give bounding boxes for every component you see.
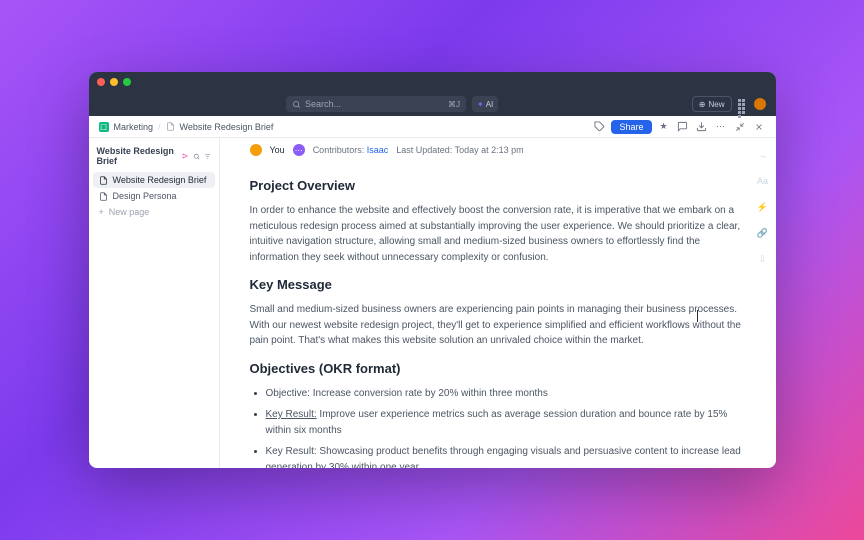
heading-project-overview: Project Overview (250, 178, 746, 193)
document-icon (99, 176, 108, 185)
search-placeholder: Search... (305, 99, 341, 109)
window-close-dot[interactable] (97, 78, 105, 86)
comment-icon[interactable] (676, 120, 690, 134)
ai-label: AI (486, 100, 494, 109)
plus-icon: ⊕ (699, 100, 706, 109)
new-label: New (709, 100, 725, 109)
sparkle-icon: ✦ (477, 100, 484, 109)
rail-export-icon[interactable]: ⇩ (756, 252, 770, 266)
tag-icon[interactable] (592, 120, 606, 134)
sidebar-item-label: Design Persona (113, 191, 177, 201)
app-window: Search... ⌘J ✦ AI ⊕ New ⬚ Marketing / We… (89, 72, 776, 468)
topbar: Search... ⌘J ✦ AI ⊕ New (89, 92, 776, 116)
rail-bolt-icon[interactable]: ⚡ (756, 200, 770, 214)
author-avatar[interactable] (250, 144, 262, 156)
sidebar-item-label: Website Redesign Brief (113, 175, 207, 185)
key-result-underline: Key Result: (266, 409, 317, 420)
search-shortcut: ⌘J (448, 100, 460, 109)
updated-label: Last Updated: (396, 145, 452, 155)
sidebar-new-page[interactable]: + New page (93, 204, 215, 220)
breadcrumb-bar: ⬚ Marketing / Website Redesign Brief Sha… (89, 116, 776, 138)
search-input[interactable]: Search... ⌘J (286, 96, 466, 112)
list-item: Key Result: Showcasing product benefits … (266, 444, 746, 468)
search-icon (292, 100, 301, 109)
author-you: You (270, 145, 285, 155)
close-icon[interactable] (752, 120, 766, 134)
list-item: Objective: Increase conversion rate by 2… (266, 386, 746, 402)
sidebar-title: Website Redesign Brief (97, 146, 175, 166)
contributor-avatar[interactable]: ⋯ (293, 144, 305, 156)
rail-link-icon[interactable]: 🔗 (756, 226, 770, 240)
star-icon[interactable]: ★ (657, 120, 671, 134)
document-icon (99, 192, 108, 201)
objectives-list: Objective: Increase conversion rate by 2… (250, 386, 746, 469)
ai-button[interactable]: ✦ AI (472, 96, 498, 112)
sidebar: Website Redesign Brief Website Redesign … (89, 138, 220, 468)
sidebar-title-row: Website Redesign Brief (93, 144, 215, 172)
sidebar-item-website-redesign-brief[interactable]: Website Redesign Brief (93, 172, 215, 188)
updated-value: Today at 2:13 pm (455, 145, 524, 155)
sidebar-item-design-persona[interactable]: Design Persona (93, 188, 215, 204)
workspace-icon[interactable]: ⬚ (99, 122, 109, 132)
filter-icon[interactable] (204, 152, 211, 161)
titlebar (89, 72, 776, 92)
document-icon (166, 122, 175, 131)
apps-grid-icon[interactable] (738, 99, 748, 109)
right-rail: → Aa ⚡ 🔗 ⇩ (756, 148, 770, 266)
plus-icon: + (99, 207, 104, 217)
avatar[interactable] (754, 98, 766, 110)
paragraph-key-message: Small and medium-sized business owners a… (250, 302, 746, 349)
heading-key-message: Key Message (250, 277, 746, 292)
breadcrumb-separator: / (158, 122, 161, 132)
doc-meta: You ⋯ Contributors: Isaac Last Updated: … (250, 142, 746, 170)
search-sidebar-icon[interactable] (193, 152, 200, 161)
heading-objectives: Objectives (OKR format) (250, 361, 746, 376)
window-minimize-dot[interactable] (110, 78, 118, 86)
list-item: Key Result: Improve user experience metr… (266, 407, 746, 438)
text-cursor (697, 310, 698, 322)
window-zoom-dot[interactable] (123, 78, 131, 86)
contributor-link[interactable]: Isaac (367, 145, 389, 155)
more-icon[interactable]: ⋯ (714, 120, 728, 134)
hierarchy-icon[interactable] (182, 152, 188, 160)
rail-typography-icon[interactable]: Aa (756, 174, 770, 188)
contributors-label: Contributors: (313, 145, 365, 155)
document-content[interactable]: → Aa ⚡ 🔗 ⇩ You ⋯ Contributors: Isaac Las… (220, 138, 776, 468)
key-result-text: Improve user experience metrics such as … (266, 409, 728, 436)
breadcrumb-root[interactable]: Marketing (114, 122, 154, 132)
breadcrumb-page[interactable]: Website Redesign Brief (180, 122, 274, 132)
share-button[interactable]: Share (611, 120, 651, 134)
collapse-icon[interactable] (733, 120, 747, 134)
main-area: Website Redesign Brief Website Redesign … (89, 138, 776, 468)
rail-arrow-icon[interactable]: → (756, 148, 770, 162)
new-page-label: New page (109, 207, 150, 217)
new-button[interactable]: ⊕ New (692, 96, 732, 112)
download-icon[interactable] (695, 120, 709, 134)
paragraph-overview: In order to enhance the website and effe… (250, 203, 746, 265)
